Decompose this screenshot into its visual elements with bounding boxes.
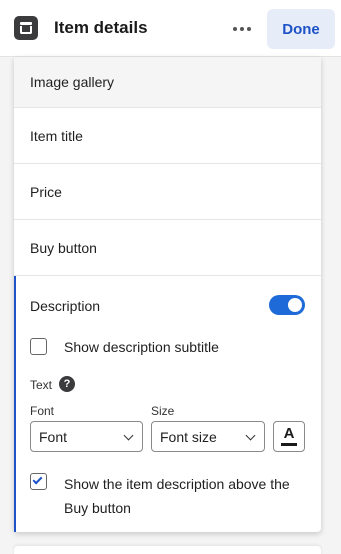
font-size-select[interactable]: Font size (151, 421, 265, 452)
checkmark-icon (32, 474, 43, 485)
font-size-select-value: Font size (160, 428, 217, 445)
chevron-down-icon (245, 430, 256, 441)
help-icon[interactable]: ? (59, 376, 75, 392)
text-color-icon: A (283, 425, 295, 442)
top-bar: Item details Done (0, 0, 341, 57)
chevron-down-icon (123, 430, 134, 441)
more-options-icon[interactable] (228, 16, 256, 42)
text-color-button[interactable]: A (273, 421, 305, 452)
page-title: Item details (54, 18, 148, 37)
section-buy-button[interactable]: Buy button (14, 220, 321, 276)
font-select[interactable]: Font (30, 421, 143, 452)
text-label: Text (30, 378, 53, 392)
app-icon (14, 16, 38, 40)
show-subtitle-checkbox[interactable] (30, 338, 47, 355)
size-label: Size (151, 404, 175, 418)
show-above-buy-checkbox[interactable] (30, 473, 47, 490)
description-toggle[interactable] (269, 295, 305, 315)
section-item-title[interactable]: Item title (14, 108, 321, 164)
font-label: Font (30, 404, 55, 418)
description-label: Description (30, 298, 101, 314)
section-price[interactable]: Price (14, 164, 321, 220)
font-select-value: Font (39, 428, 68, 445)
section-description: Description Show description subtitle Te… (14, 276, 321, 532)
section-image-gallery[interactable]: Image gallery (14, 57, 321, 108)
show-subtitle-label[interactable]: Show description subtitle (64, 339, 219, 355)
item-details-panel: Image gallery Item title Price Buy butto… (14, 57, 321, 532)
show-above-buy-label[interactable]: Show the item description above the Buy … (64, 472, 314, 520)
next-section-card (14, 546, 321, 554)
done-button[interactable]: Done (267, 9, 335, 49)
